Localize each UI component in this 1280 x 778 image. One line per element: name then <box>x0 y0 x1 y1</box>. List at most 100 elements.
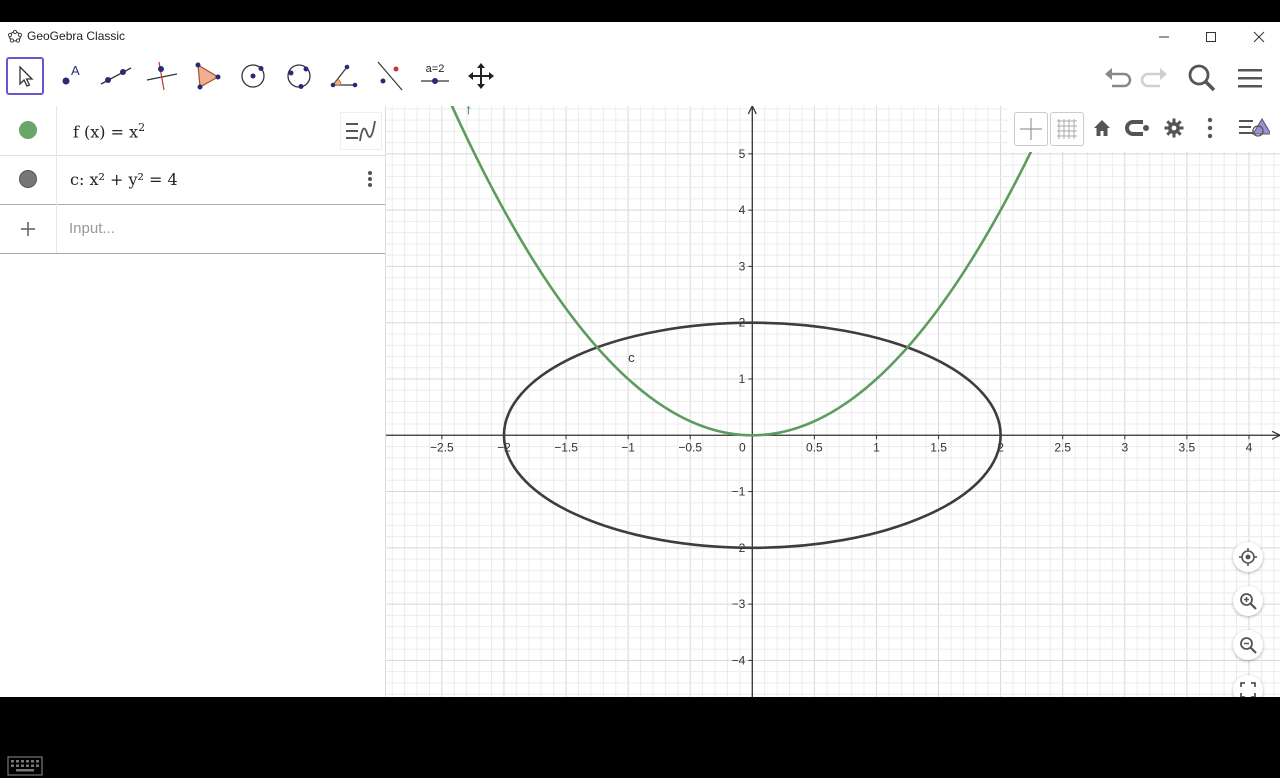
circle-center-point-icon <box>241 64 265 88</box>
home-icon <box>1094 120 1110 136</box>
circle-three-points-tool-button[interactable] <box>280 57 318 95</box>
fullscreen-button[interactable] <box>1233 675 1263 697</box>
x-tick-label: 0 <box>739 440 746 454</box>
grid-icon <box>1057 119 1077 139</box>
y-tick-label: 1 <box>739 372 746 386</box>
x-tick-label: −0.5 <box>678 440 702 454</box>
undo-button[interactable] <box>1100 61 1134 95</box>
plus-icon[interactable] <box>20 221 36 237</box>
main-menu-button[interactable] <box>1233 61 1267 95</box>
point-icon: A <box>62 63 80 85</box>
style-bar-toggle-button[interactable] <box>1238 112 1270 144</box>
toggle-grid-button[interactable] <box>1050 112 1084 146</box>
app-window: GeoGebra Classic A a=2 f (x) = x2 c: x² … <box>0 22 1280 776</box>
standard-view-button[interactable] <box>1086 112 1118 144</box>
algebra-options-icon <box>346 120 376 142</box>
algebra-input-row[interactable]: Input... <box>0 204 385 254</box>
close-icon <box>1253 31 1265 43</box>
angle-icon <box>330 64 358 88</box>
circle-three-points-icon <box>287 64 311 89</box>
minimize-button[interactable] <box>1149 26 1179 48</box>
grid <box>386 106 1280 697</box>
y-tick-label: 5 <box>739 147 746 161</box>
reflect-tool-button[interactable] <box>371 57 409 95</box>
toolbar: A a=2 <box>0 51 1280 106</box>
row-separator <box>56 106 57 155</box>
curve-f <box>450 106 1055 437</box>
undo-icon <box>1105 68 1132 88</box>
row-separator <box>56 204 57 253</box>
more-vertical-icon <box>1207 117 1213 139</box>
angle-tool-button[interactable] <box>325 57 363 95</box>
x-tick-label: 2.5 <box>1054 440 1071 454</box>
maximize-icon <box>1206 32 1216 42</box>
y-tick-label: −1 <box>732 485 746 499</box>
y-tick-label: −4 <box>732 653 746 667</box>
label-f[interactable]: f <box>467 106 471 117</box>
toggle-axes-button[interactable] <box>1014 112 1048 146</box>
style-bar-toggle-icon <box>1239 118 1270 137</box>
more-options-icon[interactable] <box>366 169 374 189</box>
minimize-icon <box>1159 36 1169 38</box>
keyboard-icon[interactable] <box>7 756 43 778</box>
label-c[interactable]: c <box>628 350 635 365</box>
menu-icon <box>1238 69 1262 88</box>
x-tick-label: 3 <box>1121 440 1128 454</box>
y-tick-label: 4 <box>739 203 746 217</box>
y-tick-label: 3 <box>739 259 746 273</box>
algebra-input-field[interactable]: Input... <box>69 220 115 237</box>
algebra-row-c[interactable]: c: x² + y² = 4 <box>0 155 385 205</box>
point-tool-label: A <box>71 63 80 78</box>
reflect-about-line-icon <box>377 61 403 91</box>
polygon-tool-button[interactable] <box>188 57 226 95</box>
algebra-expression-c[interactable]: c: x² + y² = 4 <box>70 170 178 189</box>
redo-button[interactable] <box>1138 61 1172 95</box>
search-icon <box>1188 64 1216 92</box>
visibility-toggle-c[interactable] <box>19 170 37 188</box>
x-tick-label: −1.5 <box>554 440 578 454</box>
point-capturing-icon <box>1125 120 1149 136</box>
algebra-view: f (x) = x2 c: x² + y² = 4 Input... <box>0 106 386 776</box>
graphics-style-bar <box>1008 106 1280 152</box>
slider-tool-button[interactable]: a=2 <box>416 57 454 95</box>
axes-icon <box>1020 118 1042 140</box>
graphics-more-button[interactable] <box>1194 112 1226 144</box>
gear-icon <box>1164 118 1184 138</box>
locate-button[interactable] <box>1233 542 1263 572</box>
x-tick-label: −1 <box>621 440 635 454</box>
graphics-view[interactable]: −2.5 −2 −1.5 −1 −0.5 0 0.5 1 1.5 2 2.5 3 3.5 4 −4 −3 −2−… <box>386 106 1280 697</box>
line-tool-button[interactable] <box>97 57 135 95</box>
search-button[interactable] <box>1185 61 1219 95</box>
polygon-icon <box>195 62 221 90</box>
x-tick-label: −2.5 <box>430 440 454 454</box>
geogebra-logo-icon <box>8 29 22 43</box>
zoom-in-button[interactable] <box>1233 586 1263 616</box>
point-tool-button[interactable]: A <box>52 57 90 95</box>
redo-icon <box>1140 68 1167 88</box>
visibility-toggle-f[interactable] <box>19 121 37 139</box>
close-button[interactable] <box>1244 26 1274 48</box>
algebra-expression-f[interactable]: f (x) = x2 <box>73 121 145 141</box>
arrow-cursor-icon <box>19 65 34 87</box>
algebra-row-f[interactable]: f (x) = x2 <box>0 106 385 156</box>
move-tool-button[interactable] <box>6 57 44 95</box>
x-tick-label: 1 <box>873 440 880 454</box>
x-tick-label: 3.5 <box>1179 440 1196 454</box>
row-separator <box>56 155 57 204</box>
point-capturing-button[interactable] <box>1122 112 1154 144</box>
perpendicular-line-tool-button[interactable] <box>143 57 181 95</box>
algebra-expression-f-text: f (x) = x <box>73 122 139 142</box>
move-graphics-tool-button[interactable] <box>462 57 500 95</box>
algebra-view-menu-button[interactable] <box>340 112 382 150</box>
maximize-button[interactable] <box>1196 26 1226 48</box>
graphics-canvas[interactable]: −2.5 −2 −1.5 −1 −0.5 0 0.5 1 1.5 2 2.5 3 3.5 4−4−3−2−… <box>386 106 1280 697</box>
graphics-settings-button[interactable] <box>1158 112 1190 144</box>
perpendicular-line-icon <box>146 61 178 91</box>
fullscreen-icon <box>1240 682 1256 697</box>
x-tick-label: 0.5 <box>806 440 823 454</box>
circle-tool-button[interactable] <box>234 57 272 95</box>
zoom-out-icon <box>1240 637 1257 654</box>
move-arrows-icon <box>468 63 494 89</box>
zoom-out-button[interactable] <box>1233 630 1263 660</box>
zoom-in-icon <box>1240 593 1257 610</box>
